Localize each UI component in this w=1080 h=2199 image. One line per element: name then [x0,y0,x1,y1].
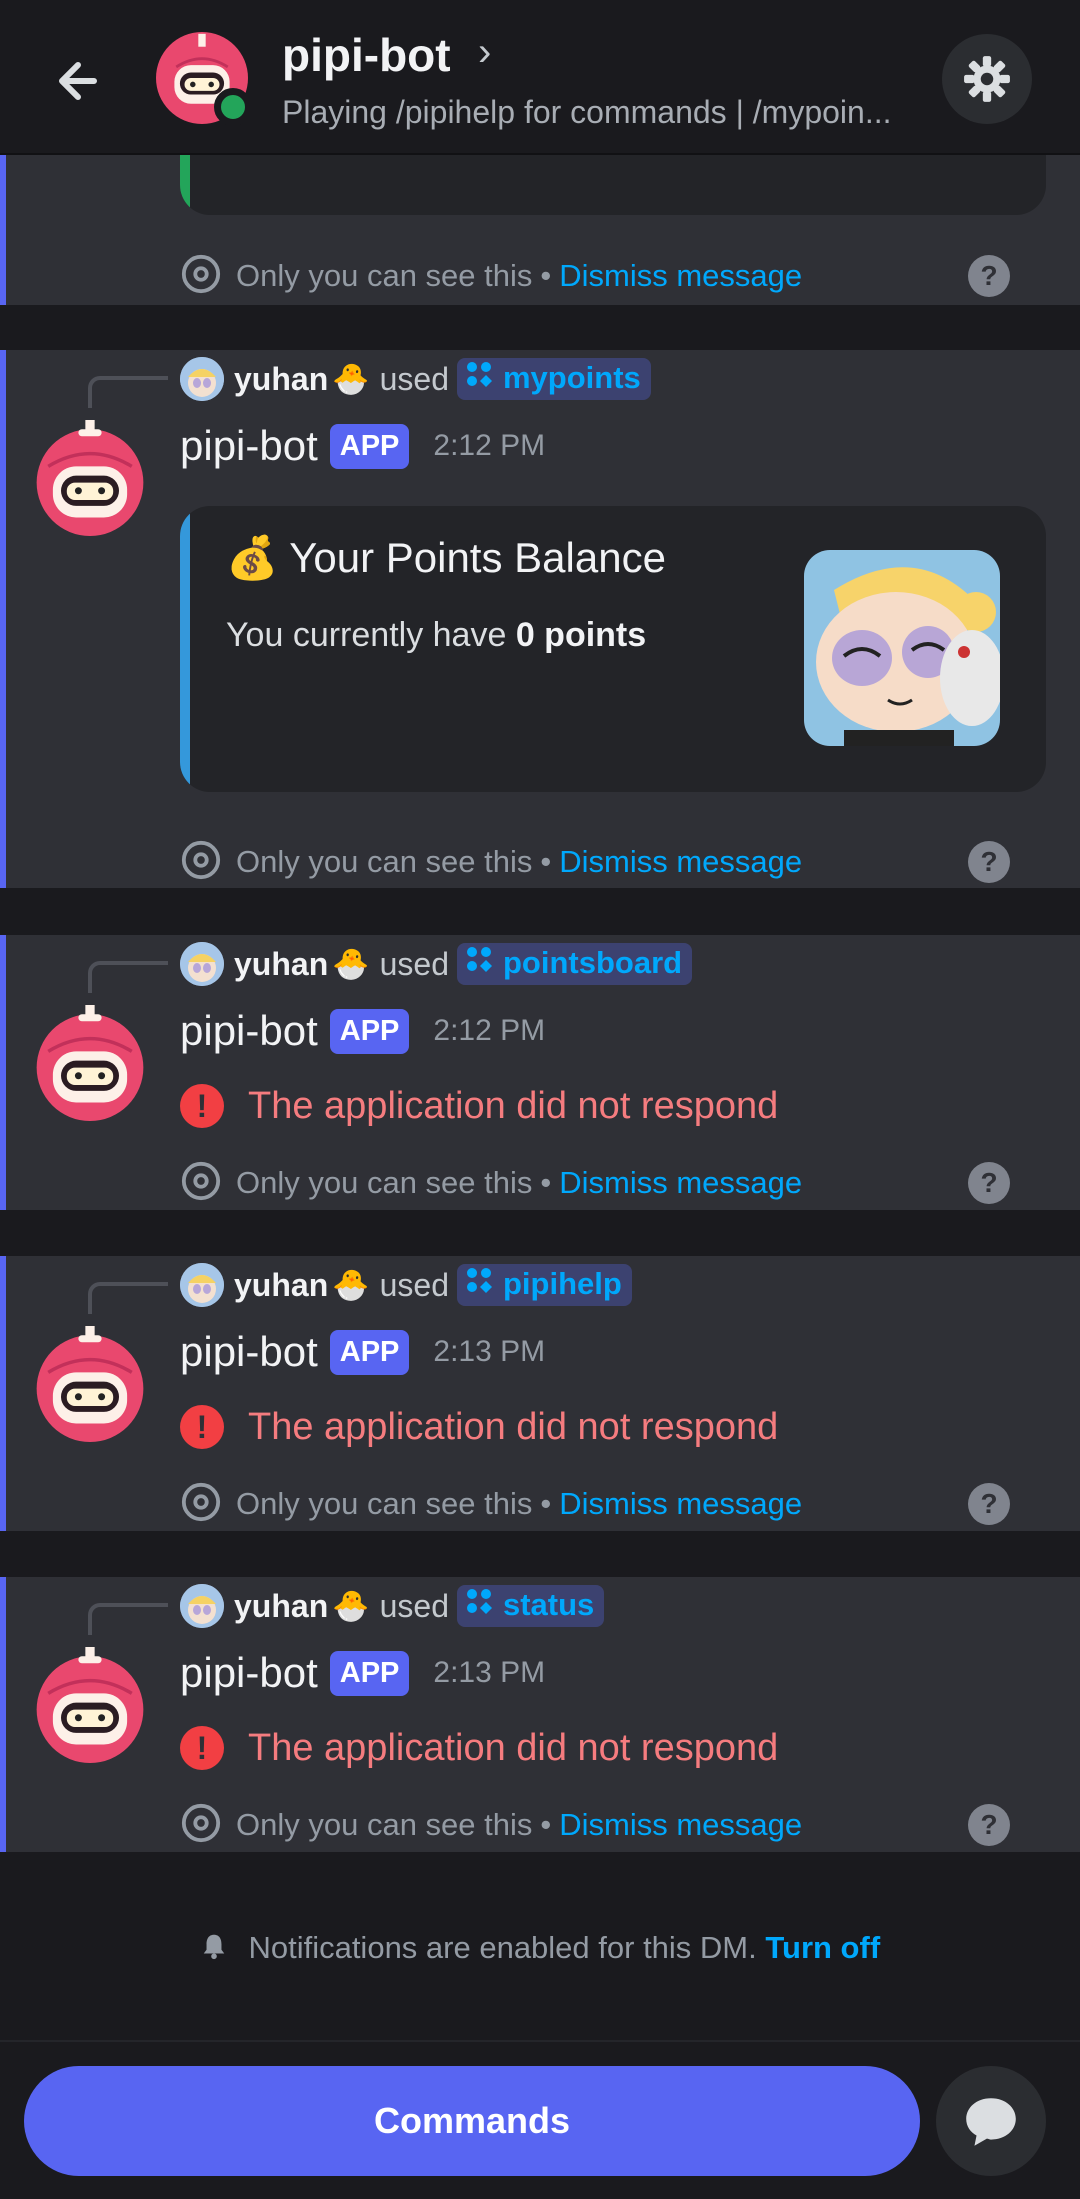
ephemeral-notice: Only you can see this • Dismiss message [180,252,802,300]
message-block: yuhan 🐣 used status pipi-bot APP 2:13 PM… [0,1577,1080,1852]
app-tag: APP [329,1329,410,1375]
command-reply-line: yuhan 🐣 used status [180,1582,605,1630]
bottom-bar: Commands [0,2040,1080,2199]
bell-icon [200,1932,228,1968]
chevron-right-icon: › [478,30,492,74]
back-button[interactable] [44,45,116,117]
help-icon[interactable]: ? [968,255,1010,297]
app-command-icon [465,1587,493,1623]
bot-name[interactable]: pipi-bot [180,1649,318,1697]
settings-button[interactable] [942,34,1032,124]
username[interactable]: yuhan [234,946,328,983]
dismiss-message-link[interactable]: Dismiss message [559,1807,802,1843]
eye-icon [180,1160,222,1207]
app-command-icon [465,945,493,981]
error-icon: ! [180,1084,224,1128]
message-block-previous: Only you can see this • Dismiss message … [0,115,1080,305]
bot-avatar[interactable] [32,420,148,536]
dismiss-message-link[interactable]: Dismiss message [559,258,802,294]
dismiss-message-link[interactable]: Dismiss message [559,844,802,880]
user-emoji: 🐣 [332,1268,370,1302]
app-tag: APP [329,423,410,469]
money-bag-icon: 💰 [226,534,279,581]
ephemeral-notice: Only you can see this • Dismiss message [180,1801,802,1849]
message-header: pipi-bot APP 2:12 PM [180,1003,545,1059]
app-tag: APP [329,1650,410,1696]
online-status-dot [214,88,252,126]
app-tag: APP [329,1008,410,1054]
app-command-icon [465,1266,493,1302]
help-icon[interactable]: ? [968,841,1010,883]
arrow-left-icon [59,62,97,100]
user-avatar[interactable] [180,1263,224,1307]
timestamp: 2:12 PM [433,1014,546,1047]
error-icon: ! [180,1405,224,1449]
bot-avatar[interactable] [32,1326,148,1442]
user-avatar[interactable] [180,1584,224,1628]
ephemeral-notice: Only you can see this • Dismiss message [180,838,802,886]
error-message: ! The application did not respond [180,1078,778,1134]
app-command-icon [465,360,493,396]
help-icon[interactable]: ? [968,1483,1010,1525]
chat-button[interactable] [936,2066,1046,2176]
message-block: yuhan 🐣 used pointsboard pipi-bot APP 2:… [0,935,1080,1210]
username[interactable]: yuhan [234,361,328,398]
ephemeral-notice: Only you can see this • Dismiss message [180,1159,802,1207]
embed-title: 💰 Your Points Balance [226,534,666,581]
eye-icon [180,1802,222,1849]
user-emoji: 🐣 [332,362,370,396]
username[interactable]: yuhan [234,1588,328,1625]
embed-description: You currently have 0 points [226,616,647,654]
bot-avatar[interactable] [32,1647,148,1763]
message-header: pipi-bot APP 2:13 PM [180,1324,545,1380]
timestamp: 2:12 PM [433,429,546,462]
channel-title[interactable]: pipi-bot [282,28,451,82]
user-emoji: 🐣 [332,947,370,981]
slash-command-pill[interactable]: pointsboard [456,943,693,985]
eye-icon [180,1481,222,1528]
user-avatar[interactable] [180,942,224,986]
timestamp: 2:13 PM [433,1335,546,1368]
message-header: pipi-bot APP 2:13 PM [180,1645,545,1701]
notifications-notice: Notifications are enabled for this DM. T… [0,1930,1080,1968]
message-block: yuhan 🐣 used mypoints pipi-bot APP 2:12 … [0,350,1080,888]
bot-avatar[interactable] [32,1005,148,1121]
username[interactable]: yuhan [234,1267,328,1304]
dismiss-message-link[interactable]: Dismiss message [559,1165,802,1201]
chat-header: pipi-bot › Playing /pipihelp for command… [0,0,1080,155]
command-reply-line: yuhan 🐣 used mypoints [180,355,651,403]
points-embed: 💰 Your Points Balance You currently have… [180,506,1046,792]
user-emoji: 🐣 [332,1589,370,1623]
bot-name[interactable]: pipi-bot [180,1328,318,1376]
chat-bubble-icon [966,2098,1016,2146]
eye-icon [180,839,222,886]
embed-thumbnail[interactable] [804,550,1000,746]
timestamp: 2:13 PM [433,1656,546,1689]
error-message: ! The application did not respond [180,1720,778,1776]
error-message: ! The application did not respond [180,1399,778,1455]
help-icon[interactable]: ? [968,1804,1010,1846]
message-block: yuhan 🐣 used pipihelp pipi-bot APP 2:13 … [0,1256,1080,1531]
commands-button[interactable]: Commands [24,2066,920,2176]
error-icon: ! [180,1726,224,1770]
bot-name[interactable]: pipi-bot [180,422,318,470]
bot-status-text: Playing /pipihelp for commands | /mypoin… [282,94,892,130]
user-avatar[interactable] [180,357,224,401]
command-reply-line: yuhan 🐣 used pipihelp [180,1261,632,1309]
eye-icon [180,253,222,300]
slash-command-pill[interactable]: pipihelp [456,1264,632,1306]
command-reply-line: yuhan 🐣 used pointsboard [180,940,693,988]
help-icon[interactable]: ? [968,1162,1010,1204]
slash-command-pill[interactable]: mypoints [456,358,651,400]
turn-off-notifications-link[interactable]: Turn off [765,1930,880,1965]
gear-icon [964,56,1010,102]
ephemeral-notice: Only you can see this • Dismiss message [180,1480,802,1528]
slash-command-pill[interactable]: status [456,1585,605,1627]
message-header: pipi-bot APP 2:12 PM [180,418,545,474]
bot-name[interactable]: pipi-bot [180,1007,318,1055]
dismiss-message-link[interactable]: Dismiss message [559,1486,802,1522]
